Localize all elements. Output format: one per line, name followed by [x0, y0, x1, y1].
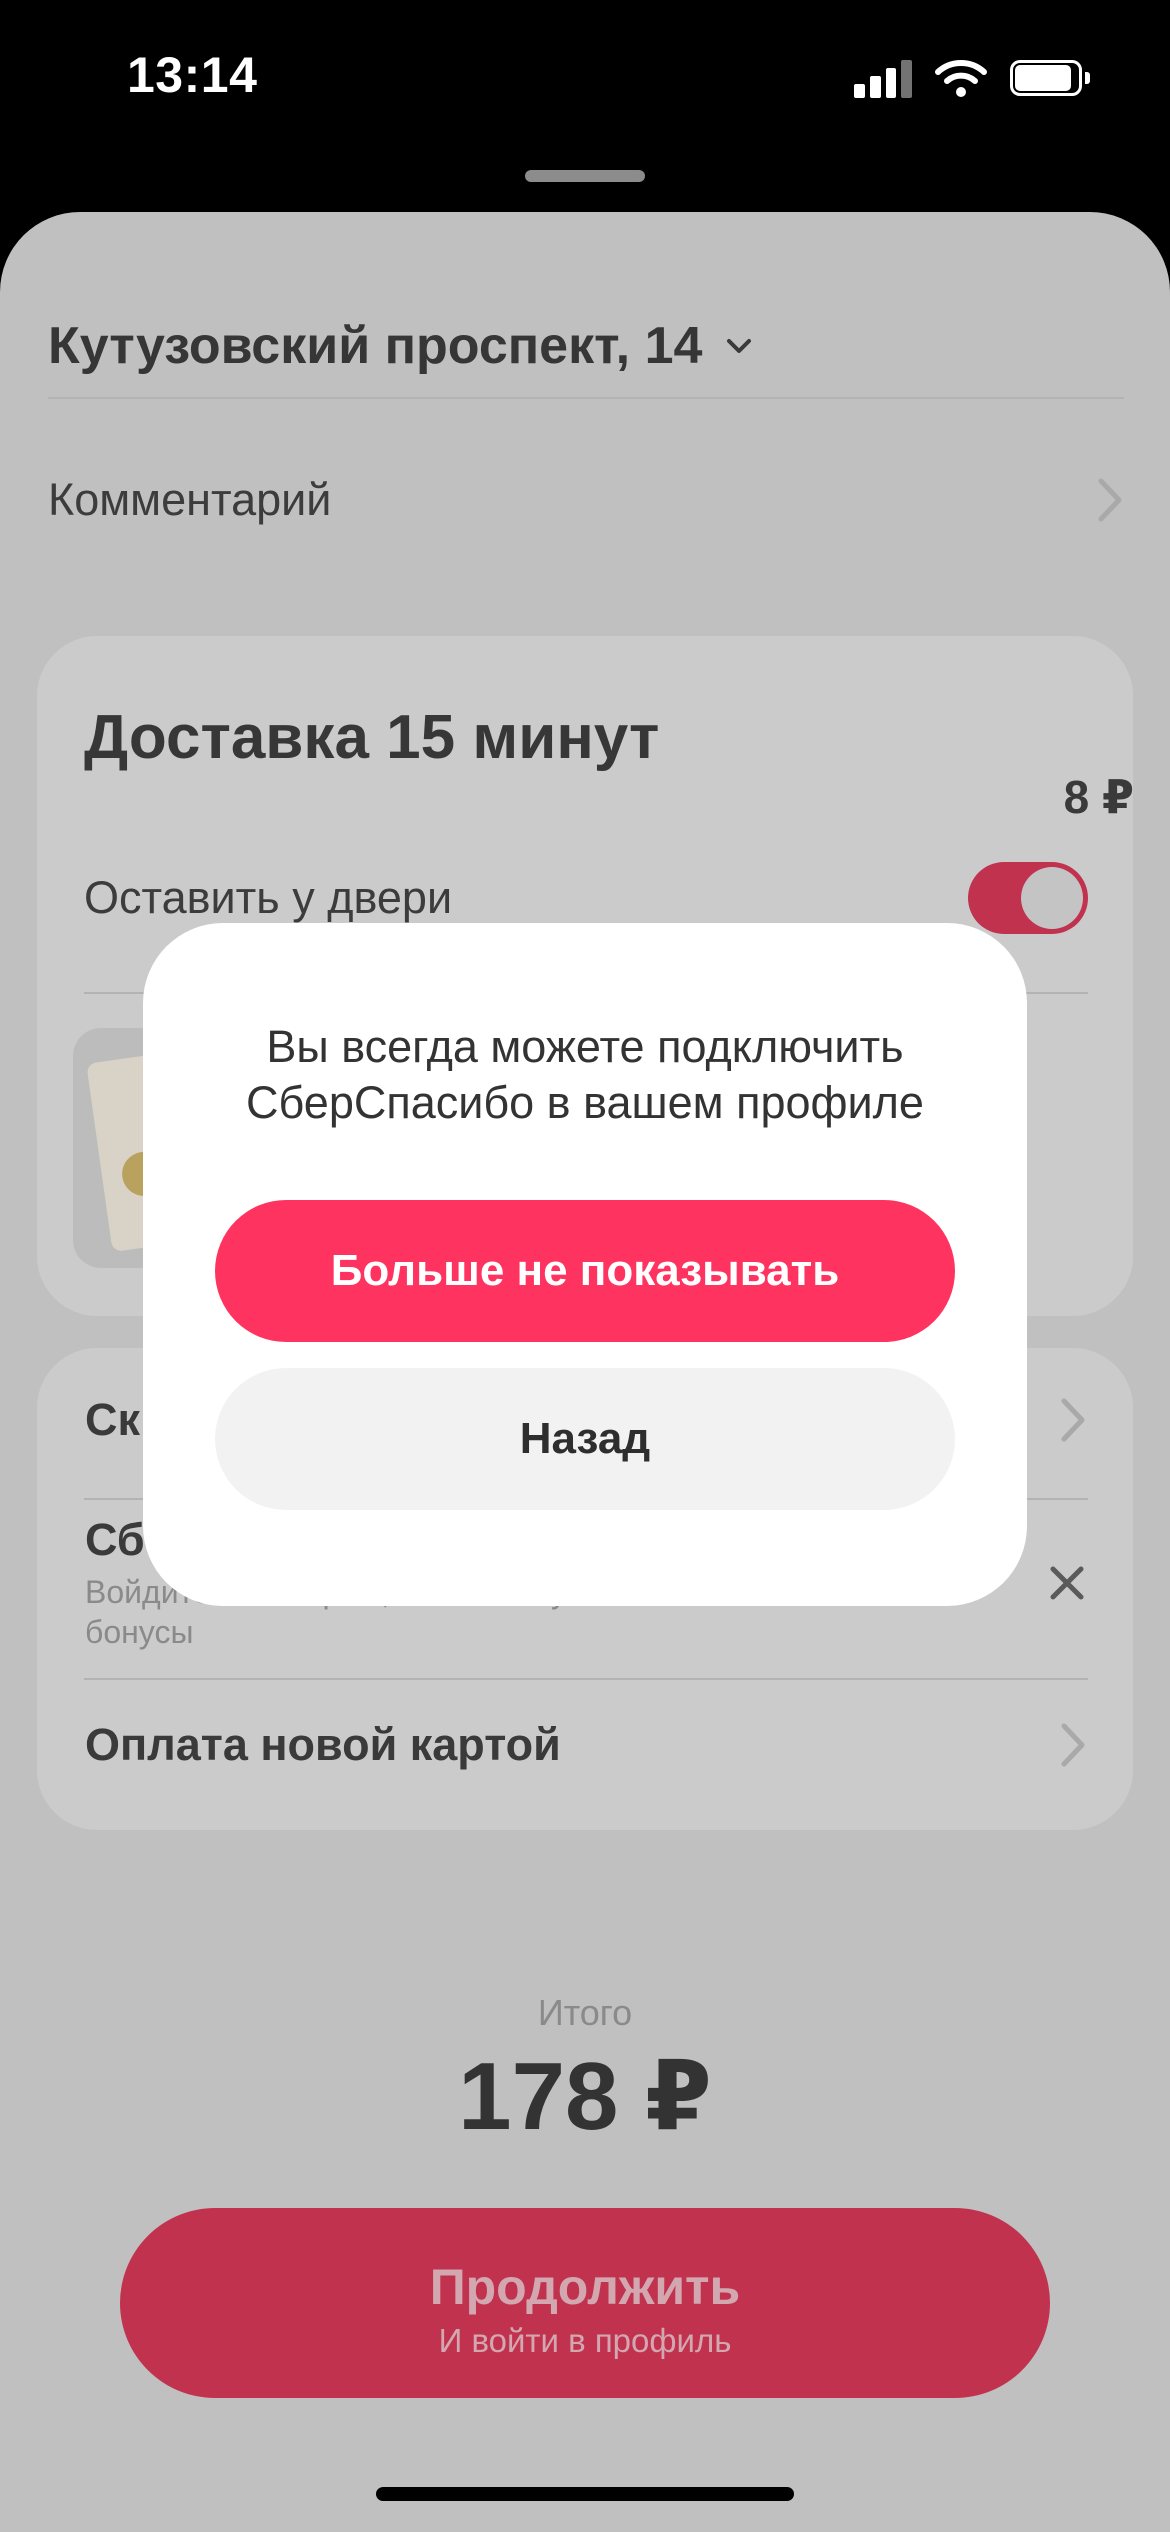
status-icons	[854, 56, 1090, 100]
continue-button-title: Продолжить	[429, 2259, 741, 2315]
new-card-row[interactable]: Оплата новой картой	[85, 1675, 1087, 1815]
cellular-signal-icon	[854, 58, 912, 98]
wifi-icon	[935, 60, 987, 97]
dont-show-again-button[interactable]: Больше не показывать	[215, 1200, 955, 1342]
leave-at-door-label: Оставить у двери	[84, 872, 453, 923]
total-value: 178 ₽	[458, 2043, 712, 2150]
product-price: 8 ₽	[1063, 771, 1134, 823]
comment-row[interactable]: Комментарий	[48, 440, 1124, 560]
battery-icon	[1010, 58, 1090, 98]
chevron-right-icon	[1098, 478, 1122, 522]
dialog-message: Вы всегда можете подключить СберСпасибо …	[246, 1021, 924, 1128]
new-card-label: Оплата новой картой	[85, 1719, 561, 1770]
address-selector[interactable]: Кутузовский проспект, 14	[48, 296, 1124, 396]
status-bar: 13:14	[0, 0, 1170, 150]
address-text: Кутузовский проспект, 14	[48, 317, 703, 375]
continue-button-subtitle: И войти в профиль	[438, 2322, 732, 2359]
close-icon[interactable]	[1047, 1563, 1087, 1603]
home-indicator[interactable]	[376, 2487, 794, 2501]
payment-row-1-label: Ск	[85, 1394, 141, 1445]
leave-at-door-toggle[interactable]	[968, 862, 1088, 934]
chevron-right-icon	[1061, 1398, 1085, 1442]
toggle-knob	[1021, 867, 1083, 929]
chevron-down-icon	[727, 339, 752, 353]
sheet-drag-handle[interactable]	[525, 170, 645, 182]
status-time: 13:14	[127, 47, 258, 103]
chevron-right-icon	[1061, 1723, 1085, 1767]
back-button[interactable]: Назад	[215, 1368, 955, 1510]
delivery-title: Доставка 15 минут	[84, 703, 660, 772]
screen: 13:14 Кутузовский проспект, 14 Комментар…	[0, 0, 1170, 2532]
continue-button[interactable]: Продолжить И войти в профиль	[120, 2208, 1050, 2398]
total-label: Итого	[537, 1992, 633, 2033]
sberspasibo-dialog: Вы всегда можете подключить СберСпасибо …	[143, 923, 1027, 1606]
comment-label: Комментарий	[48, 474, 332, 525]
divider	[48, 397, 1124, 399]
